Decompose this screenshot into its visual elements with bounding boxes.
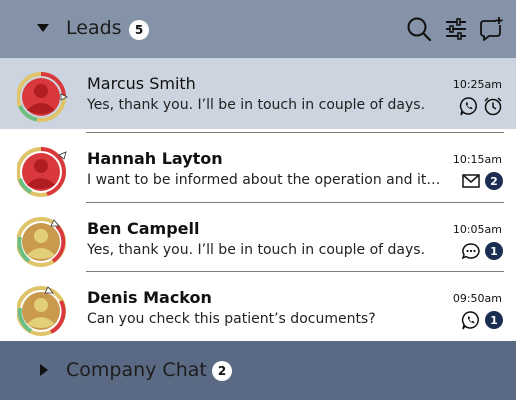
- leads-group-title: Leads: [66, 17, 122, 39]
- message-time: 10:05am: [452, 223, 502, 236]
- unread-badge: 2: [485, 172, 503, 190]
- conversation-list: Marcus Smith Yes, thank you. I’ll be in …: [0, 58, 516, 341]
- avatar: [17, 217, 66, 267]
- contact-name: Denis Mackon: [87, 288, 212, 307]
- company-chat-count-badge: 2: [212, 361, 232, 381]
- conversation-row-hannah-layton[interactable]: Hannah Layton I want to be informed abou…: [0, 133, 516, 204]
- caret-right-icon[interactable]: [40, 364, 48, 376]
- conversation-row-denis-mackon[interactable]: Denis Mackon Can you check this patient’…: [0, 272, 516, 343]
- company-chat-group-title: Company Chat: [66, 359, 207, 381]
- conversation-row-marcus-smith[interactable]: Marcus Smith Yes, thank you. I’ll be in …: [0, 58, 516, 129]
- new-chat-icon[interactable]: [479, 16, 505, 42]
- contact-name: Ben Campell: [87, 219, 200, 238]
- whatsapp-icon: [459, 97, 477, 116]
- unread-badge: 1: [485, 242, 503, 260]
- leads-count-badge: 5: [129, 20, 149, 40]
- message-time: 10:25am: [452, 78, 502, 91]
- chat-bubble-icon: [461, 243, 480, 260]
- leads-group-header[interactable]: Leads 5: [0, 0, 516, 58]
- filter-sliders-icon[interactable]: [443, 16, 469, 42]
- message-preview: I want to be informed about the operatio…: [87, 172, 447, 188]
- message-preview: Yes, thank you. I’ll be in touch in coup…: [87, 242, 426, 258]
- avatar: [17, 72, 68, 122]
- contact-name: Hannah Layton: [87, 149, 223, 168]
- company-chat-group-header[interactable]: Company Chat 2: [0, 341, 516, 400]
- mail-icon: [462, 174, 480, 188]
- message-preview: Can you check this patient’s documents?: [87, 311, 376, 327]
- conversation-row-ben-campell[interactable]: Ben Campell Yes, thank you. I’ll be in t…: [0, 203, 516, 274]
- message-time: 10:15am: [452, 153, 502, 166]
- search-icon[interactable]: [406, 16, 432, 42]
- avatar: [17, 286, 66, 336]
- contact-name: Marcus Smith: [87, 74, 196, 93]
- whatsapp-icon: [461, 311, 479, 330]
- alarm-clock-icon: [484, 97, 502, 116]
- unread-badge: 1: [485, 311, 503, 329]
- caret-down-icon[interactable]: [37, 24, 49, 32]
- message-preview: Yes, thank you. I’ll be in touch in coup…: [87, 97, 426, 113]
- message-time: 09:50am: [452, 292, 502, 305]
- avatar: [17, 147, 67, 197]
